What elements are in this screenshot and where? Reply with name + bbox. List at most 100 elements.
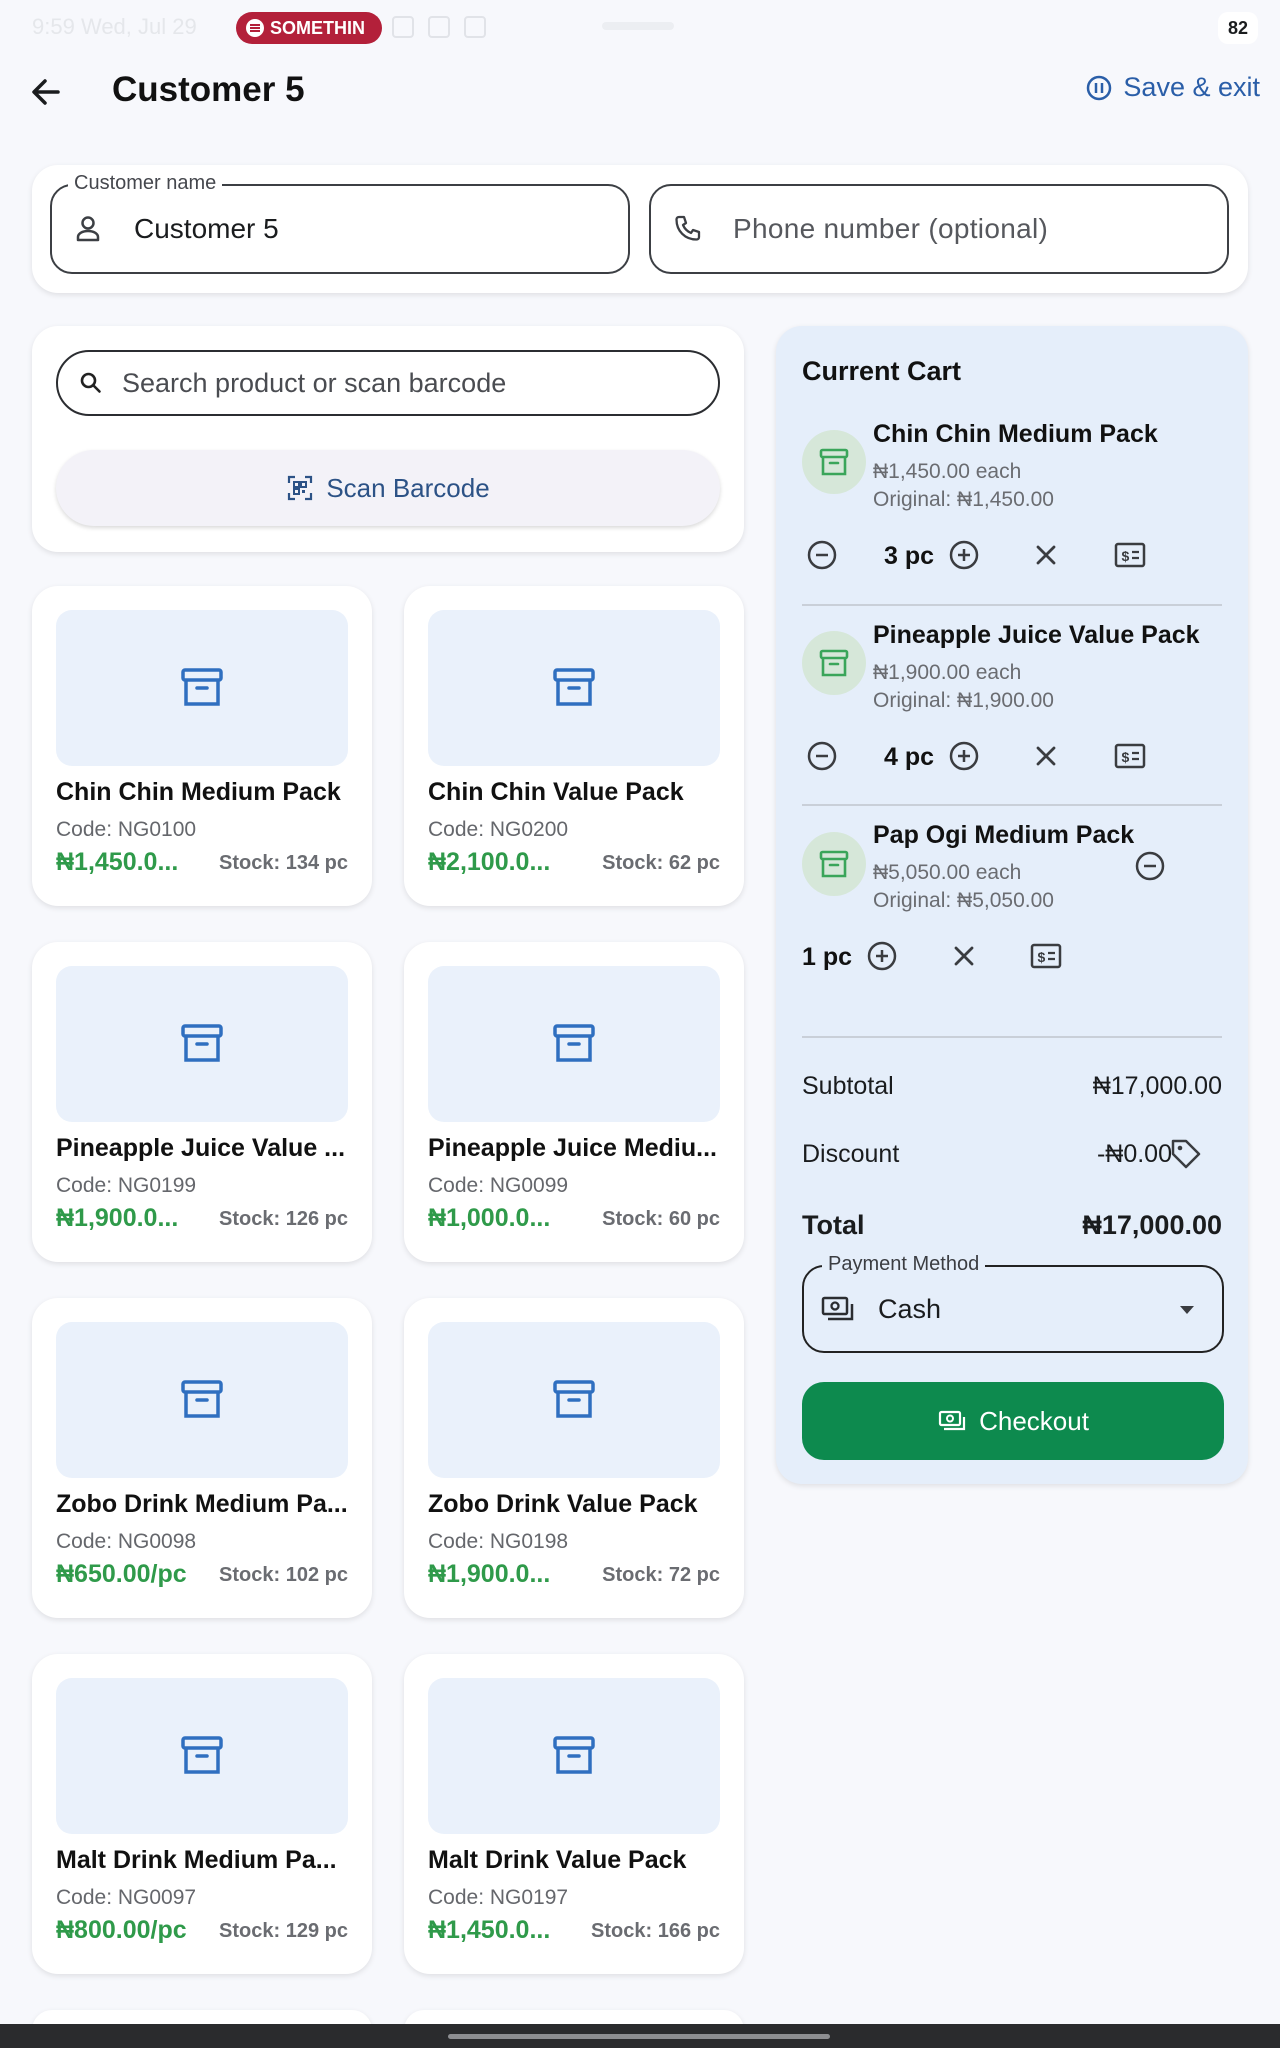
- product-thumbnail: [56, 610, 348, 766]
- product-code: Code: NG0197: [428, 1886, 569, 1909]
- product-card[interactable]: Zobo Drink Value Pack Code: NG0198 ₦1,90…: [404, 1298, 744, 1618]
- current-cart-panel: Current Cart Chin Chin Medium Pack ₦1,45…: [776, 326, 1248, 1484]
- product-code: Code: NG0099: [428, 1174, 569, 1197]
- archive-icon: [553, 1736, 595, 1774]
- remove-item-button[interactable]: [1026, 535, 1066, 575]
- checkout-label: Checkout: [979, 1405, 1089, 1436]
- product-price: ₦1,900.0...: [56, 1204, 179, 1232]
- notification-icon: [428, 16, 450, 38]
- status-time: 9:59 Wed, Jul 29: [32, 14, 197, 39]
- product-code: Code: NG0097: [56, 1886, 197, 1909]
- notification-icon: [392, 16, 414, 38]
- page-title: Customer 5: [112, 70, 305, 109]
- product-code: Code: NG0198: [428, 1530, 569, 1553]
- cart-item-original-price: Original: ₦1,450.00: [873, 488, 1054, 511]
- save-exit-button[interactable]: Save & exit: [1085, 72, 1260, 103]
- product-stock: Stock: 62 pc: [602, 852, 720, 874]
- archive-icon: [819, 448, 849, 476]
- search-box[interactable]: [56, 350, 720, 416]
- archive-icon: [553, 1024, 595, 1062]
- search-input[interactable]: [122, 367, 682, 399]
- cart-item-price-each: ₦1,450.00 each: [873, 460, 1022, 483]
- cart-item-avatar: [802, 430, 866, 494]
- product-card[interactable]: Pineapple Juice Value ... Code: NG0199 ₦…: [32, 942, 372, 1262]
- discount-button[interactable]: [1166, 1134, 1206, 1174]
- customer-name-value: Customer 5: [134, 213, 279, 244]
- product-stock: Stock: 129 pc: [219, 1920, 348, 1942]
- archive-icon: [181, 1380, 223, 1418]
- customer-name-label: Customer name: [68, 172, 223, 195]
- payment-method-value: Cash: [878, 1293, 942, 1324]
- decrease-qty-button[interactable]: [802, 535, 842, 575]
- product-stock: Stock: 60 pc: [602, 1208, 720, 1230]
- archive-icon: [181, 668, 223, 706]
- cart-item-quantity: 3 pc: [884, 542, 935, 570]
- product-thumbnail: [56, 1678, 348, 1834]
- cart-item-avatar: [802, 832, 866, 896]
- dropdown-arrow-icon: [1180, 1306, 1194, 1314]
- spotify-icon: [246, 19, 264, 37]
- subtotal-value: ₦17,000.00: [1092, 1072, 1222, 1100]
- product-card[interactable]: Malt Drink Value Pack Code: NG0197 ₦1,45…: [404, 1654, 744, 1974]
- total-value: ₦17,000.00: [1082, 1210, 1222, 1240]
- search-icon: [80, 372, 101, 393]
- qr-scan-icon: [288, 475, 313, 501]
- product-name: Zobo Drink Value Pack: [428, 1490, 698, 1518]
- product-thumbnail: [428, 610, 720, 766]
- scan-barcode-button[interactable]: Scan Barcode: [56, 450, 720, 526]
- cash-icon: [821, 1296, 854, 1321]
- discount-label: Discount: [802, 1140, 900, 1168]
- cart-item-original-price: Original: ₦1,900.00: [873, 689, 1054, 712]
- back-button[interactable]: [26, 72, 66, 112]
- archive-icon: [819, 649, 849, 677]
- product-price: ₦1,000.0...: [428, 1204, 551, 1232]
- phone-field[interactable]: Phone number (optional): [649, 184, 1229, 274]
- home-gesture-handle[interactable]: [448, 2034, 830, 2039]
- customer-name-field[interactable]: Customer name Customer 5: [50, 172, 630, 274]
- notification-icon: [464, 16, 486, 38]
- product-card[interactable]: Zobo Drink Medium Pa... Code: NG0098 ₦65…: [32, 1298, 372, 1618]
- cart-item-name: Chin Chin Medium Pack: [873, 420, 1158, 448]
- minus-circle-icon: [807, 540, 837, 570]
- media-pill[interactable]: SOMETHIN: [236, 12, 382, 44]
- battery-indicator: 82: [1218, 12, 1258, 44]
- product-name: Malt Drink Medium Pa...: [56, 1846, 337, 1874]
- payment-method-select[interactable]: Payment Method Cash: [802, 1253, 1224, 1353]
- product-code: Code: NG0200: [428, 818, 569, 841]
- remove-item-button[interactable]: [1026, 736, 1066, 776]
- product-card[interactable]: Chin Chin Medium Pack Code: NG0100 ₦1,45…: [32, 586, 372, 906]
- archive-icon: [553, 668, 595, 706]
- increase-qty-button[interactable]: [944, 736, 984, 776]
- product-name: Pineapple Juice Mediu...: [428, 1134, 717, 1162]
- edit-price-button[interactable]: $: [1110, 535, 1150, 575]
- remove-item-button[interactable]: [944, 936, 984, 976]
- navigation-bar: [0, 2024, 1280, 2048]
- product-price: ₦1,450.0...: [56, 848, 179, 876]
- decrease-qty-button[interactable]: [1130, 846, 1170, 886]
- close-icon: [1036, 746, 1056, 766]
- product-price: ₦650.00/pc: [56, 1560, 187, 1588]
- product-thumbnail: [56, 966, 348, 1122]
- notification-icons: [392, 16, 486, 38]
- product-thumbnail: [428, 966, 720, 1122]
- edit-price-button[interactable]: $: [1110, 736, 1150, 776]
- product-card[interactable]: Chin Chin Value Pack Code: NG0200 ₦2,100…: [404, 586, 744, 906]
- increase-qty-button[interactable]: [944, 535, 984, 575]
- product-stock: Stock: 126 pc: [219, 1208, 348, 1230]
- plus-circle-icon: [867, 941, 897, 971]
- plus-circle-icon: [949, 540, 979, 570]
- product-card[interactable]: Malt Drink Medium Pa... Code: NG0097 ₦80…: [32, 1654, 372, 1974]
- edit-price-button[interactable]: $: [1026, 936, 1066, 976]
- tag-icon: [1171, 1139, 1201, 1169]
- decrease-qty-button[interactable]: [802, 736, 842, 776]
- product-code: Code: NG0098: [56, 1530, 197, 1553]
- increase-qty-button[interactable]: [862, 936, 902, 976]
- product-name: Pineapple Juice Value ...: [56, 1134, 346, 1162]
- product-price: ₦800.00/pc: [56, 1916, 187, 1944]
- product-card[interactable]: Pineapple Juice Mediu... Code: NG0099 ₦1…: [404, 942, 744, 1262]
- archive-icon: [819, 850, 849, 878]
- product-stock: Stock: 166 pc: [591, 1920, 720, 1942]
- media-pill-label: SOMETHIN: [270, 17, 366, 38]
- cart-title: Current Cart: [802, 356, 962, 386]
- checkout-button[interactable]: Checkout: [802, 1382, 1224, 1460]
